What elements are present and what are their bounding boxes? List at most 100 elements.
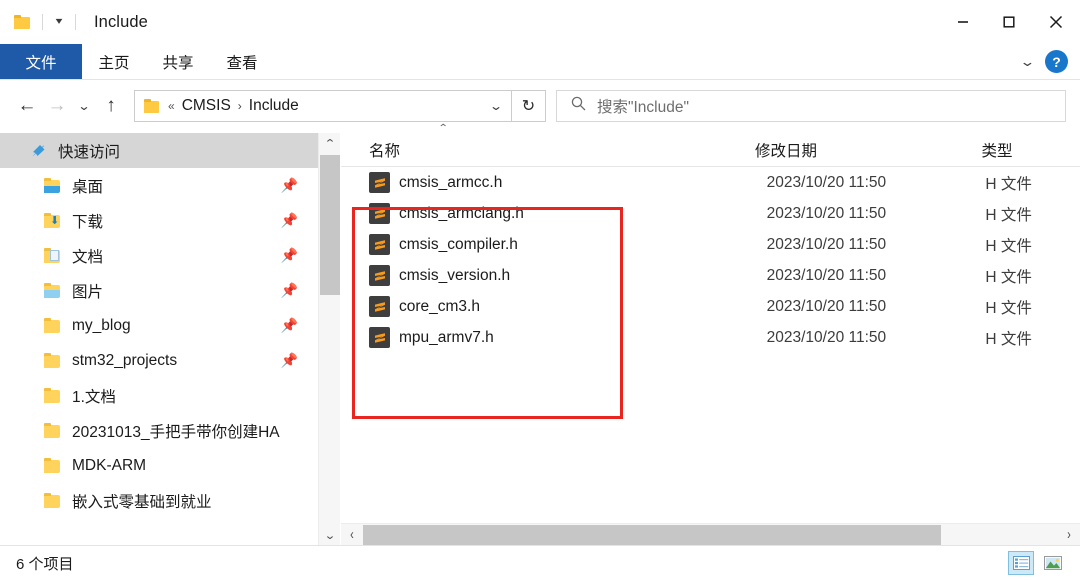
sidebar-item-documents[interactable]: 文档 📌 bbox=[0, 238, 318, 273]
tab-share[interactable]: 共享 bbox=[146, 44, 210, 79]
up-button[interactable]: ↑ bbox=[96, 88, 126, 124]
search-input[interactable]: 搜索"Include" bbox=[597, 95, 689, 117]
large-icons-view-button[interactable] bbox=[1040, 551, 1066, 575]
scrollbar-track[interactable] bbox=[363, 524, 1058, 546]
file-name: mpu_armv7.h bbox=[399, 328, 494, 346]
breadcrumb-overflow-icon[interactable]: « bbox=[168, 99, 175, 113]
view-mode-buttons bbox=[1008, 551, 1066, 575]
table-row[interactable]: cmsis_version.h 2023/10/20 11:50 H 文件 bbox=[341, 260, 1080, 291]
table-row[interactable]: mpu_armv7.h 2023/10/20 11:50 H 文件 bbox=[341, 322, 1080, 353]
search-box[interactable]: 搜索"Include" bbox=[556, 90, 1066, 122]
table-row[interactable]: cmsis_armcc.h 2023/10/20 11:50 H 文件 bbox=[341, 167, 1080, 198]
recent-locations-button[interactable]: ⌄ bbox=[68, 88, 99, 124]
sidebar-item-embedded-course[interactable]: 嵌入式零基础到就业 bbox=[0, 483, 318, 518]
search-icon bbox=[571, 96, 586, 116]
file-date: 2023/10/20 11:50 bbox=[766, 173, 887, 191]
file-name-cell[interactable]: cmsis_compiler.h bbox=[369, 234, 767, 255]
navigation-pane: 快速访问 桌面 📌 ⬇ 下载 📌 文档 📌 图片 📌 my_blog 📌 stm… bbox=[0, 133, 318, 545]
downloads-folder-icon: ⬇ bbox=[44, 213, 64, 228]
file-name-cell[interactable]: core_cm3.h bbox=[369, 296, 767, 317]
quick-access-toolbar[interactable]: ▾ Include bbox=[0, 13, 148, 32]
ribbon-tabs: 文件 主页 共享 查看 bbox=[0, 44, 1080, 79]
window-title: Include bbox=[94, 12, 148, 31]
file-name: cmsis_compiler.h bbox=[399, 235, 518, 253]
pin-icon[interactable]: 📌 bbox=[281, 212, 298, 229]
sidebar-item-mdk-arm[interactable]: MDK-ARM bbox=[0, 448, 318, 483]
divider bbox=[75, 14, 76, 30]
divider bbox=[42, 14, 43, 30]
chevron-down-icon[interactable]: ⌄ bbox=[1019, 54, 1035, 70]
file-type: H 文件 bbox=[985, 330, 1032, 348]
sidebar-scrollbar[interactable]: ⌃ ⌄ bbox=[318, 133, 340, 545]
close-button[interactable] bbox=[1032, 0, 1080, 44]
pin-icon[interactable]: 📌 bbox=[281, 247, 298, 264]
address-bar[interactable]: « CMSIS › Include ⌄ bbox=[134, 90, 512, 122]
file-name-cell[interactable]: cmsis_version.h bbox=[369, 265, 767, 286]
sidebar-item-label: 下载 bbox=[72, 213, 104, 231]
chevron-down-icon[interactable]: ⌄ bbox=[489, 99, 503, 113]
navigation-bar: ← → ⌄ ↑ « CMSIS › Include ⌄ ↻ 搜索"Include… bbox=[0, 80, 1080, 132]
pictures-folder-icon bbox=[44, 283, 64, 298]
maximize-button[interactable] bbox=[986, 0, 1032, 44]
file-date: 2023/10/20 11:50 bbox=[766, 204, 887, 222]
sidebar-item-stm32-projects[interactable]: stm32_projects 📌 bbox=[0, 343, 318, 378]
sidebar-item-label: 快速访问 bbox=[58, 143, 121, 161]
file-name: cmsis_armclang.h bbox=[399, 204, 524, 222]
pin-icon[interactable]: 📌 bbox=[281, 352, 298, 369]
file-list-pane: 名称 ⌃ 修改日期 类型 cmsis_armcc.h 2023/10/20 11… bbox=[341, 123, 1080, 545]
folder-icon bbox=[14, 15, 31, 29]
table-row[interactable]: cmsis_armclang.h 2023/10/20 11:50 H 文件 bbox=[341, 198, 1080, 229]
scroll-up-icon[interactable]: ⌃ bbox=[316, 133, 345, 153]
table-row[interactable]: cmsis_compiler.h 2023/10/20 11:50 H 文件 bbox=[341, 229, 1080, 260]
breadcrumb-item-include[interactable]: Include bbox=[249, 97, 299, 115]
sidebar-item-quick-access[interactable]: 快速访问 bbox=[0, 133, 318, 168]
scrollbar-thumb[interactable] bbox=[363, 524, 941, 545]
ribbon-right-controls: ⌄ ? bbox=[1019, 44, 1072, 79]
pin-icon[interactable]: 📌 bbox=[281, 317, 298, 334]
pin-icon[interactable]: 📌 bbox=[281, 282, 298, 299]
folder-icon bbox=[44, 388, 64, 403]
tab-home[interactable]: 主页 bbox=[82, 44, 146, 79]
details-view-button[interactable] bbox=[1008, 551, 1034, 575]
file-list-horizontal-scrollbar[interactable]: ‹ › bbox=[341, 523, 1080, 545]
file-type: H 文件 bbox=[985, 299, 1032, 317]
sidebar-item-downloads[interactable]: ⬇ 下载 📌 bbox=[0, 203, 318, 238]
sidebar-item-docs-1[interactable]: 1.文档 bbox=[0, 378, 318, 413]
sidebar-item-pictures[interactable]: 图片 📌 bbox=[0, 273, 318, 308]
sidebar-item-20231013[interactable]: 20231013_手把手带你创建HA bbox=[0, 413, 318, 448]
pin-star-icon bbox=[30, 143, 50, 159]
column-header-name[interactable]: 名称 ⌃ bbox=[369, 123, 755, 161]
column-header-name-label: 名称 bbox=[369, 142, 401, 160]
sublime-header-file-icon bbox=[369, 172, 390, 193]
table-row[interactable]: core_cm3.h 2023/10/20 11:50 H 文件 bbox=[341, 291, 1080, 322]
sidebar-item-desktop[interactable]: 桌面 📌 bbox=[0, 168, 318, 203]
sidebar-item-label: 20231013_手把手带你创建HA bbox=[72, 423, 280, 441]
back-button[interactable]: ← bbox=[12, 88, 42, 124]
minimize-button[interactable] bbox=[940, 0, 986, 44]
sublime-header-file-icon bbox=[369, 234, 390, 255]
breadcrumb-item-cmsis[interactable]: CMSIS bbox=[182, 97, 231, 115]
scroll-down-icon[interactable]: ⌄ bbox=[316, 525, 345, 545]
file-name: core_cm3.h bbox=[399, 297, 480, 315]
file-name-cell[interactable]: cmsis_armcc.h bbox=[369, 172, 767, 193]
file-date: 2023/10/20 11:50 bbox=[766, 235, 887, 253]
tab-view[interactable]: 查看 bbox=[210, 44, 274, 79]
refresh-button[interactable]: ↻ bbox=[512, 90, 546, 122]
tab-file[interactable]: 文件 bbox=[0, 44, 82, 79]
folder-icon bbox=[44, 423, 64, 438]
title-bar: ▾ Include bbox=[0, 0, 1080, 44]
sidebar-item-my-blog[interactable]: my_blog 📌 bbox=[0, 308, 318, 343]
sidebar-item-label: 1.文档 bbox=[72, 388, 116, 406]
column-header-type[interactable]: 类型 bbox=[982, 139, 1080, 161]
file-date: 2023/10/20 11:50 bbox=[766, 328, 887, 346]
window-controls bbox=[940, 0, 1080, 44]
sidebar-item-label: 图片 bbox=[72, 283, 104, 301]
scrollbar-thumb[interactable] bbox=[320, 155, 340, 295]
file-name-cell[interactable]: cmsis_armclang.h bbox=[369, 203, 767, 224]
file-date: 2023/10/20 11:50 bbox=[766, 297, 887, 315]
help-button[interactable]: ? bbox=[1045, 50, 1068, 73]
pin-icon[interactable]: 📌 bbox=[281, 177, 298, 194]
column-header-date[interactable]: 修改日期 bbox=[755, 139, 982, 161]
file-name-cell[interactable]: mpu_armv7.h bbox=[369, 327, 767, 348]
chevron-down-icon[interactable]: ▾ bbox=[50, 17, 69, 27]
